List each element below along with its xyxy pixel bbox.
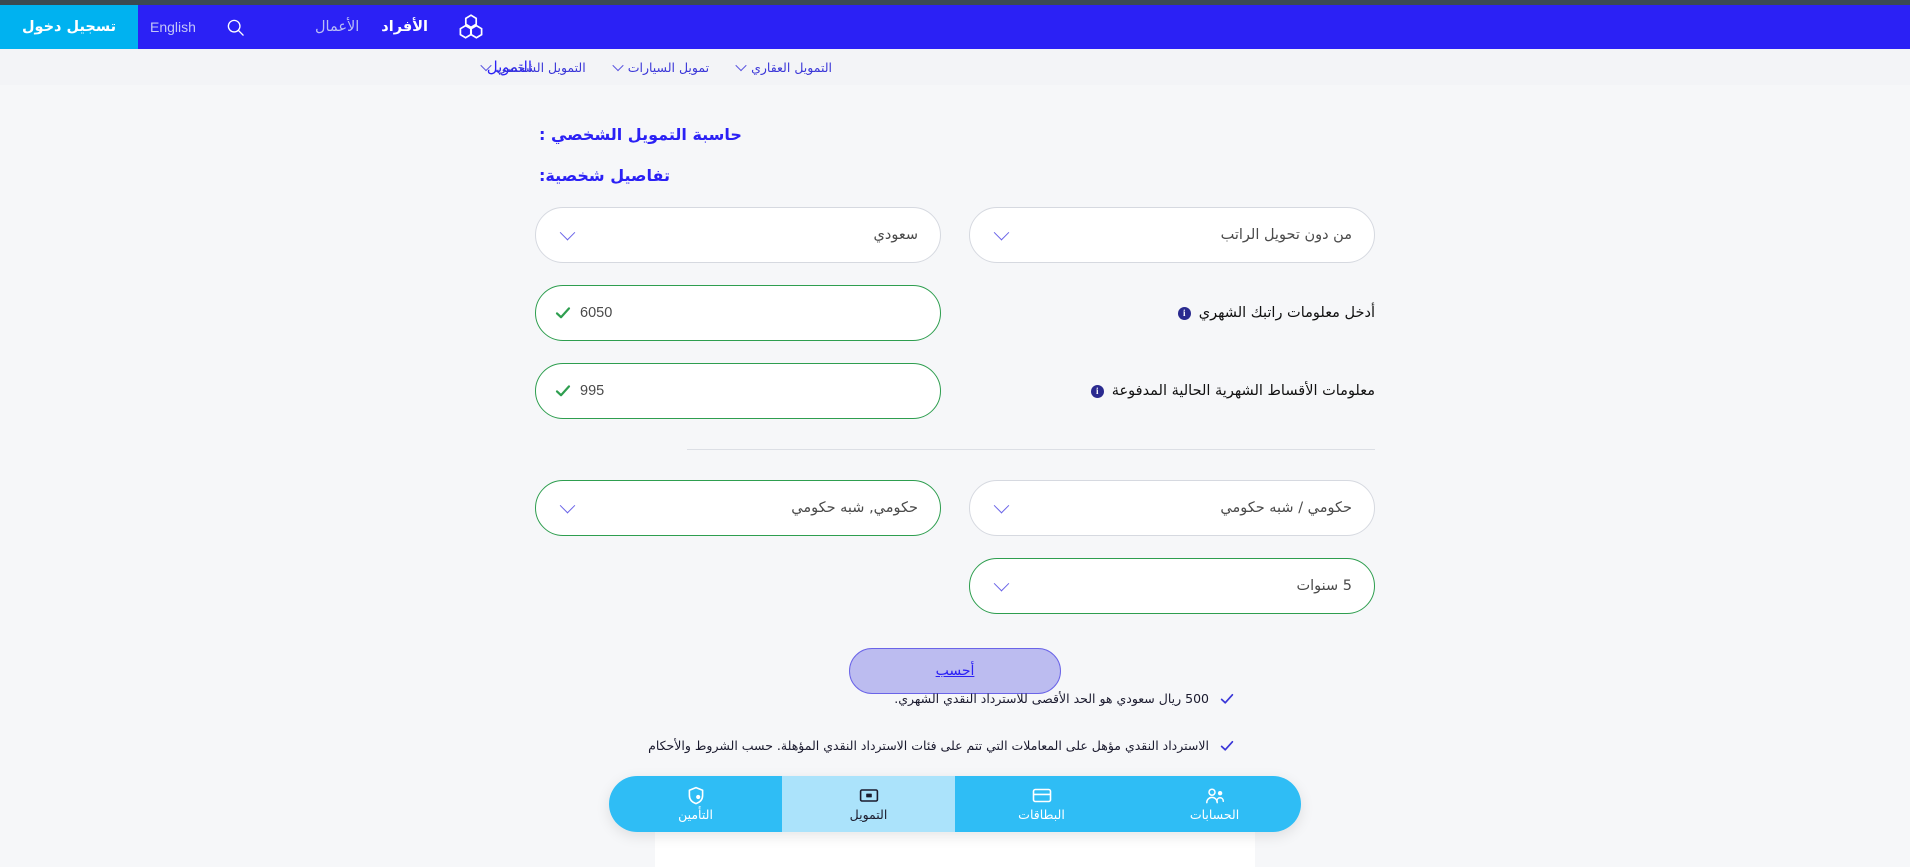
- employer-sector-right-cell: حكومي / شبه حكومي: [969, 480, 1375, 536]
- subnav-label: التمويل الشخصي: [496, 59, 586, 75]
- calculate-button[interactable]: أحسب: [849, 648, 1061, 694]
- tab-financing[interactable]: التمويل: [782, 776, 955, 832]
- trefoil-logo-icon[interactable]: [454, 10, 488, 44]
- accounts-people-icon: [1205, 786, 1225, 805]
- tab-label: التأمين: [678, 807, 713, 823]
- insurance-shield-icon: [687, 786, 705, 805]
- salary-transfer-value: من دون تحويل الراتب: [1220, 227, 1352, 243]
- employer-sector-left-cell: حكومي, شبه حكومي: [535, 480, 941, 536]
- chevron-down-icon: [612, 59, 624, 72]
- personal-finance-calculator: حاسبة التمويل الشخصي : تفاصيل شخصية: من …: [0, 85, 1910, 694]
- personal-details-heading: تفاصيل شخصية:: [539, 166, 671, 185]
- installments-label-cell: معلومات الأقساط الشهرية الحالية المدفوعة…: [969, 363, 1375, 419]
- nationality-cell: سعودي: [535, 207, 941, 263]
- subnav-item-car-financing[interactable]: تمويل السيارات: [612, 59, 710, 75]
- tenure-value: 5 سنوات: [1296, 578, 1352, 594]
- form-row-installments: معلومات الأقساط الشهرية الحالية المدفوعة…: [535, 363, 1375, 419]
- salary-transfer-cell: من دون تحويل الراتب: [969, 207, 1375, 263]
- employer-sector-left-value: حكومي, شبه حكومي: [791, 500, 918, 516]
- note-text: 500 ريال سعودي هو الحد الأقصى للاسترداد …: [894, 691, 1209, 706]
- bottom-tabbar-wrapper: الحسابات البطاقات التمويل التأمين: [0, 776, 1910, 832]
- chevron-down-icon: [735, 59, 747, 72]
- subnav-label: التمويل العقاري: [751, 59, 832, 75]
- chevron-down-icon: [480, 59, 492, 72]
- tab-label: التمويل: [849, 807, 888, 823]
- note-text: الاسترداد النقدي مؤهل على المعاملات التي…: [648, 737, 1209, 753]
- form-row-tenure: 5 سنوات: [535, 558, 1375, 614]
- form-row-employer-sector: حكومي / شبه حكومي حكومي, شبه حكومي: [535, 480, 1375, 536]
- tab-accounts[interactable]: الحسابات: [1128, 776, 1301, 832]
- subnav-label: تمويل السيارات: [627, 59, 710, 75]
- employer-sector-right-select[interactable]: حكومي / شبه حكومي: [969, 480, 1375, 536]
- page-root: الأفراد الأعمال English تسجيل دخول التمو…: [0, 0, 1910, 867]
- primary-nav: الأفراد الأعمال: [315, 20, 428, 35]
- check-icon: [1219, 738, 1235, 754]
- login-button[interactable]: تسجيل دخول: [0, 5, 138, 49]
- monthly-salary-label: أدخل معلومات راتبك الشهري: [1198, 305, 1375, 321]
- tab-label: الحسابات: [1189, 807, 1240, 823]
- info-icon[interactable]: i: [1177, 306, 1191, 320]
- bottom-content-card: [655, 826, 1255, 867]
- header-left-group: English تسجيل دخول: [0, 5, 264, 49]
- form-row-1: من دون تحويل الراتب سعودي: [535, 207, 1375, 263]
- page-title: حاسبة التمويل الشخصي :: [539, 125, 742, 144]
- monthly-salary-input[interactable]: 6050: [535, 285, 941, 341]
- installments-cell: 995: [535, 363, 941, 419]
- financing-money-icon: [859, 786, 879, 805]
- tab-cards[interactable]: البطاقات: [955, 776, 1128, 832]
- tab-label: البطاقات: [1018, 807, 1065, 823]
- bottom-tabbar: الحسابات البطاقات التمويل التأمين: [609, 776, 1301, 832]
- nationality-value: سعودي: [873, 227, 918, 243]
- employer-sector-left-select[interactable]: حكومي, شبه حكومي: [535, 480, 941, 536]
- monthly-salary-value: 6050: [580, 305, 613, 321]
- search-icon[interactable]: [208, 5, 264, 49]
- site-header: الأفراد الأعمال English تسجيل دخول: [0, 5, 1910, 49]
- nav-item-business[interactable]: الأعمال: [315, 20, 359, 35]
- installments-value: 995: [580, 383, 605, 399]
- language-toggle[interactable]: English: [138, 5, 208, 49]
- installments-input[interactable]: 995: [535, 363, 941, 419]
- nav-item-individuals[interactable]: الأفراد: [381, 20, 428, 35]
- info-icon[interactable]: i: [1090, 384, 1104, 398]
- cards-icon: [1032, 786, 1052, 805]
- header-right-group: الأفراد الأعمال: [315, 5, 1910, 49]
- note-item: الاسترداد النقدي مؤهل على المعاملات التي…: [435, 737, 1235, 756]
- form-divider: [687, 449, 1375, 450]
- subnav-item-real-estate-financing[interactable]: التمويل العقاري: [735, 59, 832, 75]
- monthly-salary-label-cell: أدخل معلومات راتبك الشهري i: [969, 285, 1375, 341]
- subnav-item-personal-financing[interactable]: التمويل الشخصي: [480, 59, 586, 75]
- tenure-cell: 5 سنوات: [969, 558, 1375, 614]
- form-row-monthly-salary: أدخل معلومات راتبك الشهري i 6050: [535, 285, 1375, 341]
- calculate-button-row: أحسب: [535, 648, 1375, 694]
- employer-sector-right-value: حكومي / شبه حكومي: [1220, 500, 1352, 516]
- section-subnav: التمويل التمويل العقاري تمويل السيارات ا…: [0, 49, 1910, 85]
- check-icon: [1219, 691, 1235, 707]
- nationality-select[interactable]: سعودي: [535, 207, 941, 263]
- installments-label: معلومات الأقساط الشهرية الحالية المدفوعة: [1111, 383, 1375, 399]
- subnav-items: التمويل العقاري تمويل السيارات التمويل ا…: [480, 59, 832, 75]
- monthly-salary-cell: 6050: [535, 285, 941, 341]
- note-item: 500 ريال سعودي هو الحد الأقصى للاسترداد …: [435, 690, 1235, 709]
- tab-insurance[interactable]: التأمين: [609, 776, 782, 832]
- tenure-select[interactable]: 5 سنوات: [969, 558, 1375, 614]
- tenure-spacer: [535, 558, 941, 614]
- salary-transfer-select[interactable]: من دون تحويل الراتب: [969, 207, 1375, 263]
